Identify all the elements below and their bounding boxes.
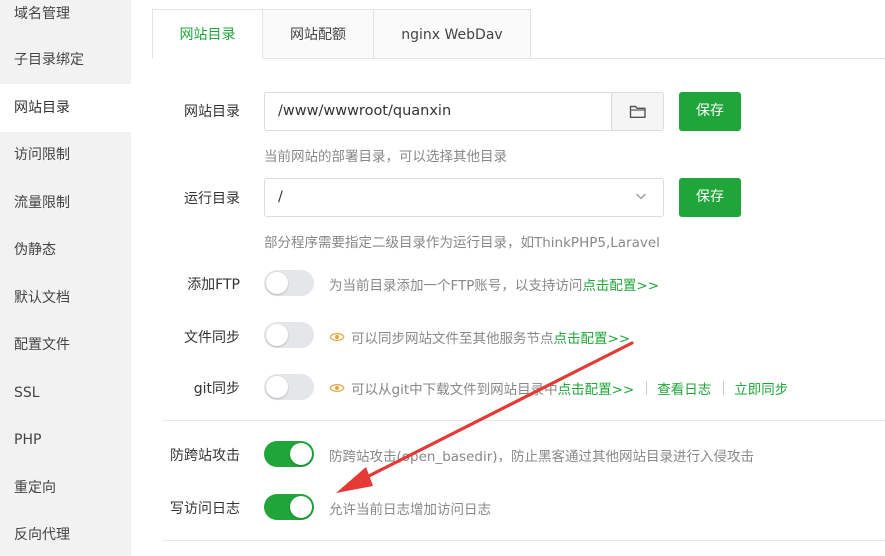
- run-dir-hint: 部分程序需要指定二级目录作为运行目录，如ThinkPHP5,Laravel: [264, 235, 660, 251]
- access-log-label: 写访问日志: [170, 501, 240, 517]
- site-dir-hint: 当前网站的部署目录，可以选择其他目录: [264, 149, 507, 165]
- run-dir-value: /: [278, 189, 283, 205]
- eye-icon: [329, 333, 345, 341]
- site-dir-save-button[interactable]: 保存: [679, 92, 741, 131]
- sidebar-item-access-limit[interactable]: 访问限制: [0, 131, 131, 179]
- eye-icon: [329, 384, 345, 392]
- ftp-config-link[interactable]: 点击配置>>: [582, 274, 659, 294]
- toggle-knob: [266, 324, 288, 346]
- git-sync-label: git同步: [193, 381, 240, 397]
- access-log-toggle[interactable]: [264, 494, 314, 520]
- folder-icon: [629, 105, 646, 118]
- toggle-knob: [290, 496, 312, 518]
- file-sync-desc-row: 可以同步网站文件至其他服务节点 点击配置>>: [329, 327, 630, 347]
- tab-site-quota[interactable]: 网站配额: [263, 9, 374, 59]
- git-sync-desc-row: 可以从git中下载文件到网站目录中 点击配置>> 查看日志 立即同步: [329, 378, 788, 398]
- ftp-desc-row: 为当前目录添加一个FTP账号，以支持访问 点击配置>>: [329, 274, 659, 294]
- chevron-down-icon: [636, 193, 646, 200]
- git-sync-toggle[interactable]: [264, 374, 314, 400]
- anti-cross-label: 防跨站攻击: [170, 448, 240, 464]
- git-sync-config-link[interactable]: 点击配置>>: [558, 378, 635, 398]
- site-dir-label: 网站目录: [184, 104, 240, 120]
- section-divider: [163, 420, 885, 421]
- sidebar-item-config-file[interactable]: 配置文件: [0, 321, 131, 369]
- folder-picker-button[interactable]: [611, 92, 664, 131]
- sidebar-item-php[interactable]: PHP: [0, 416, 131, 464]
- sidebar-item-redirect[interactable]: 重定向: [0, 464, 131, 512]
- access-log-desc: 允许当前日志增加访问日志: [329, 502, 491, 518]
- sidebar-item-traffic-limit[interactable]: 流量限制: [0, 179, 131, 227]
- run-dir-label: 运行目录: [184, 191, 240, 207]
- sidebar-item-default-doc[interactable]: 默认文档: [0, 274, 131, 322]
- separator: [646, 381, 648, 395]
- git-sync-desc: 可以从git中下载文件到网站目录中: [351, 382, 558, 398]
- ftp-label: 添加FTP: [187, 277, 240, 293]
- view-log-link[interactable]: 查看日志: [657, 378, 711, 398]
- sidebar-item-domain[interactable]: 域名管理: [0, 0, 131, 38]
- separator: [723, 381, 725, 395]
- toggle-knob: [266, 272, 288, 294]
- anti-cross-desc: 防跨站攻击(open_basedir)，防止黑客通过其他网站目录进行入侵攻击: [329, 449, 755, 465]
- toggle-knob: [290, 443, 312, 465]
- sync-now-link[interactable]: 立即同步: [734, 378, 788, 398]
- site-dir-input[interactable]: /www/wwwroot/quanxin: [264, 92, 612, 131]
- sidebar-item-subdir-binding[interactable]: 子目录绑定: [0, 36, 131, 84]
- sidebar-item-rewrite[interactable]: 伪静态: [0, 226, 131, 274]
- tab-bar: 网站目录 网站配额 nginx WebDav: [152, 9, 531, 59]
- tab-nginx-webdav[interactable]: nginx WebDav: [374, 9, 531, 59]
- sidebar-item-site-dir[interactable]: 网站目录: [0, 84, 131, 132]
- sidebar-item-ssl[interactable]: SSL: [0, 369, 131, 417]
- ftp-desc: 为当前目录添加一个FTP账号，以支持访问: [329, 278, 583, 294]
- run-dir-save-button[interactable]: 保存: [679, 178, 741, 217]
- file-sync-label: 文件同步: [184, 330, 240, 346]
- file-sync-toggle[interactable]: [264, 322, 314, 348]
- file-sync-desc: 可以同步网站文件至其他服务节点: [351, 331, 554, 347]
- ftp-toggle[interactable]: [264, 270, 314, 296]
- file-sync-config-link[interactable]: 点击配置>>: [554, 327, 631, 347]
- anti-cross-toggle[interactable]: [264, 441, 314, 467]
- tab-site-dir[interactable]: 网站目录: [152, 9, 263, 59]
- toggle-knob: [266, 376, 288, 398]
- run-dir-select[interactable]: /: [264, 178, 664, 217]
- section-divider: [163, 540, 885, 541]
- sidebar: 域名管理 子目录绑定 网站目录 访问限制 流量限制 伪静态 默认文档 配置文件 …: [0, 0, 131, 556]
- sidebar-item-reverse-proxy[interactable]: 反向代理: [0, 511, 131, 556]
